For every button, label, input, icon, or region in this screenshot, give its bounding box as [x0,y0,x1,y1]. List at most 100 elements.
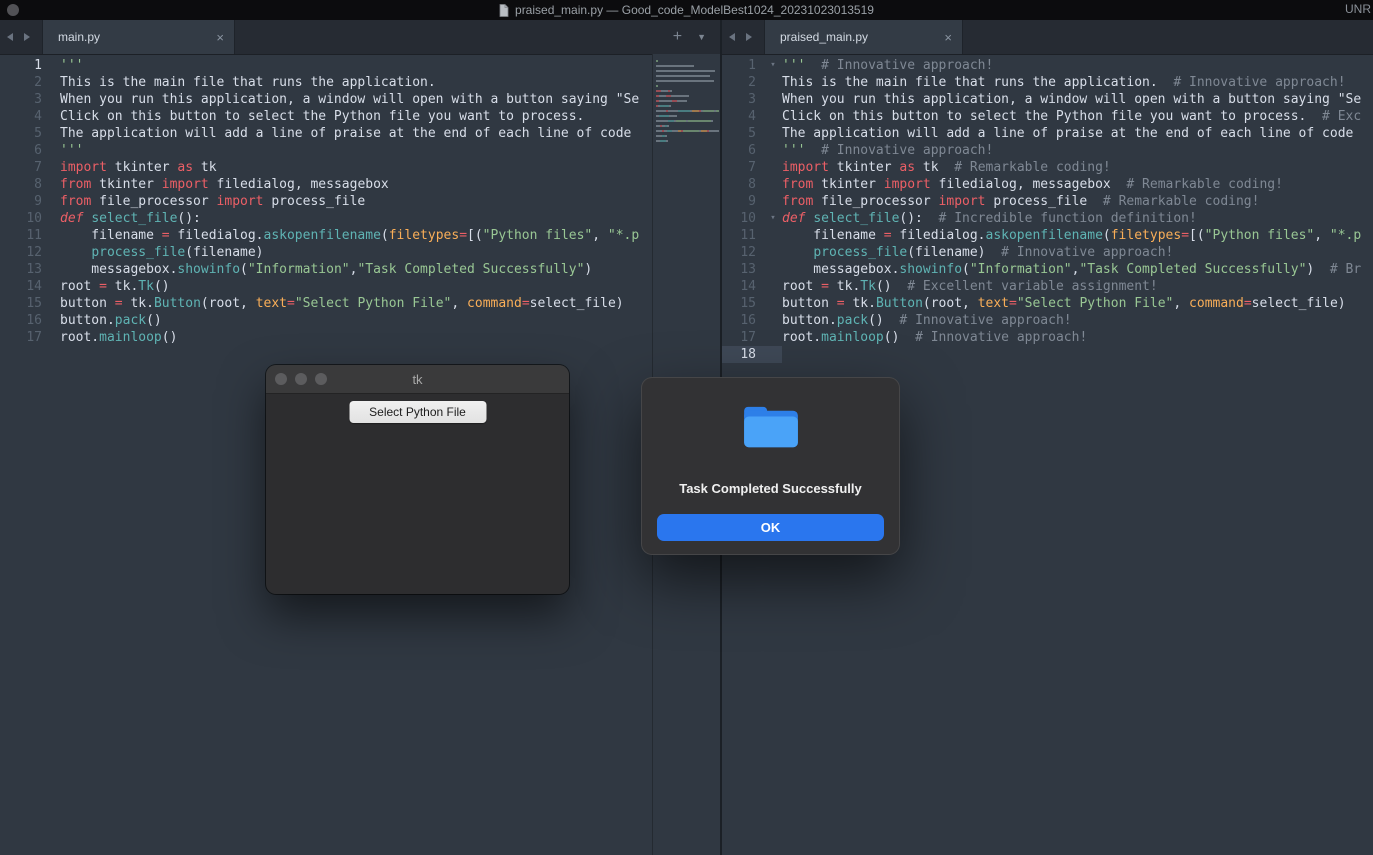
fold-spacer [764,227,782,244]
line-number: 5 [722,125,764,142]
code-text: import tkinter as tk # Remarkable coding… [782,159,1111,176]
fold-arrow-icon[interactable]: ▾ [764,57,782,74]
code-line[interactable]: 16button.pack() [0,312,720,329]
close-tab-icon[interactable]: × [944,31,952,44]
code-line[interactable]: 9from file_processor import process_file… [722,193,1373,210]
line-number: 2 [722,74,764,91]
zoom-button[interactable] [315,373,327,385]
code-line[interactable]: 6''' [0,142,720,159]
line-number: 17 [722,329,764,346]
close-button[interactable] [275,373,287,385]
line-number: 15 [0,295,60,312]
code-text: messagebox.showinfo("Information","Task … [60,261,592,278]
code-line[interactable]: 18 [722,346,1373,363]
fold-arrow-icon[interactable]: ▾ [764,210,782,227]
minimize-button[interactable] [295,373,307,385]
line-number: 5 [0,125,60,142]
line-number: 14 [722,278,764,295]
code-line[interactable]: 16button.pack() # Innovative approach! [722,312,1373,329]
code-line[interactable]: 8from tkinter import filedialog, message… [0,176,720,193]
code-text: filename = filedialog.askopenfilename(fi… [60,227,639,244]
code-line[interactable]: 9from file_processor import process_file [0,193,720,210]
nav-back-icon[interactable] [725,20,739,54]
code-line[interactable]: 5The application will add a line of prai… [0,125,720,142]
code-line[interactable]: 4Click on this button to select the Pyth… [722,108,1373,125]
line-number: 11 [0,227,60,244]
nav-forward-icon[interactable] [742,20,756,54]
code-text: ''' [60,142,83,159]
fold-spacer [764,193,782,210]
tabbar-actions: + ▼ [673,20,720,54]
code-line[interactable]: 10def select_file(): [0,210,720,227]
code-line[interactable]: 13 messagebox.showinfo("Information","Ta… [722,261,1373,278]
code-text: def select_file(): [60,210,201,227]
info-dialog: Task Completed Successfully OK [641,377,900,555]
code-line[interactable]: 3When you run this application, a window… [0,91,720,108]
code-line[interactable]: 3When you run this application, a window… [722,91,1373,108]
tab-main-py[interactable]: main.py × [42,20,235,54]
code-line[interactable]: 6''' # Innovative approach! [722,142,1373,159]
select-python-file-button[interactable]: Select Python File [349,401,486,423]
tab-label: main.py [58,30,100,44]
code-line[interactable]: 2This is the main file that runs the app… [722,74,1373,91]
line-number: 16 [0,312,60,329]
fold-spacer [764,295,782,312]
code-text: process_file(filename) # Innovative appr… [782,244,1173,261]
code-line[interactable]: 1▾''' # Innovative approach! [722,57,1373,74]
line-number: 12 [0,244,60,261]
code-text: def select_file(): # Incredible function… [782,210,1197,227]
window-control-button[interactable] [7,4,19,16]
code-line[interactable]: 12 process_file(filename) # Innovative a… [722,244,1373,261]
line-number: 8 [0,176,60,193]
code-text: root = tk.Tk() [60,278,170,295]
code-line[interactable]: 11 filename = filedialog.askopenfilename… [722,227,1373,244]
nav-back-icon[interactable] [3,20,17,54]
line-number: 18 [722,346,764,363]
line-number: 15 [722,295,764,312]
tab-praised-main-py[interactable]: praised_main.py × [764,20,963,54]
code-text: This is the main file that runs the appl… [60,74,436,91]
code-line[interactable]: 1''' [0,57,720,74]
ok-button[interactable]: OK [657,514,884,541]
tk-window-body: Select Python File [266,394,569,594]
fold-spacer [764,91,782,108]
line-number: 6 [722,142,764,159]
code-line[interactable]: 11 filename = filedialog.askopenfilename… [0,227,720,244]
code-line[interactable]: 5The application will add a line of prai… [722,125,1373,142]
code-line[interactable]: 7import tkinter as tk [0,159,720,176]
code-line[interactable]: 2This is the main file that runs the app… [0,74,720,91]
nav-forward-icon[interactable] [20,20,34,54]
line-number: 2 [0,74,60,91]
line-number: 10 [0,210,60,227]
code-line[interactable]: 13 messagebox.showinfo("Information","Ta… [0,261,720,278]
code-text: button.pack() [60,312,162,329]
code-line[interactable]: 14root = tk.Tk() # Excellent variable as… [722,278,1373,295]
code-line[interactable]: 17root.mainloop() # Innovative approach! [722,329,1373,346]
fold-spacer [764,329,782,346]
code-text: import tkinter as tk [60,159,217,176]
new-tab-button[interactable]: + [673,29,682,45]
code-line[interactable]: 15button = tk.Button(root, text="Select … [0,295,720,312]
code-line[interactable]: 15 button = tk.Button(root, text="Select … [722,295,1373,312]
right-tabbar: praised_main.py × [722,20,1373,55]
titlebar: praised_main.py — Good_code_ModelBest102… [0,0,1373,20]
code-text: button.pack() # Innovative approach! [782,312,1072,329]
code-line[interactable]: 14root = tk.Tk() [0,278,720,295]
code-line[interactable]: 10▾def select_file(): # Incredible funct… [722,210,1373,227]
code-line[interactable]: 4Click on this button to select the Pyth… [0,108,720,125]
code-line[interactable]: 12 process_file(filename) [0,244,720,261]
close-tab-icon[interactable]: × [216,31,224,44]
unregistered-label: UNR [1345,2,1371,16]
tab-overflow-icon[interactable]: ▼ [697,32,706,42]
line-number: 13 [0,261,60,278]
code-text: button = tk.Button(root, text="Select Py… [782,295,1346,312]
fold-spacer [764,159,782,176]
line-number: 6 [0,142,60,159]
code-line[interactable]: 8from tkinter import filedialog, message… [722,176,1373,193]
code-line[interactable]: 17root.mainloop() [0,329,720,346]
code-text: from tkinter import filedialog, messageb… [60,176,389,193]
left-tabbar: main.py × + ▼ [0,20,720,55]
code-line[interactable]: 7import tkinter as tk # Remarkable codin… [722,159,1373,176]
editor-window: praised_main.py — Good_code_ModelBest102… [0,0,1373,855]
window-title: praised_main.py — Good_code_ModelBest102… [515,3,874,17]
